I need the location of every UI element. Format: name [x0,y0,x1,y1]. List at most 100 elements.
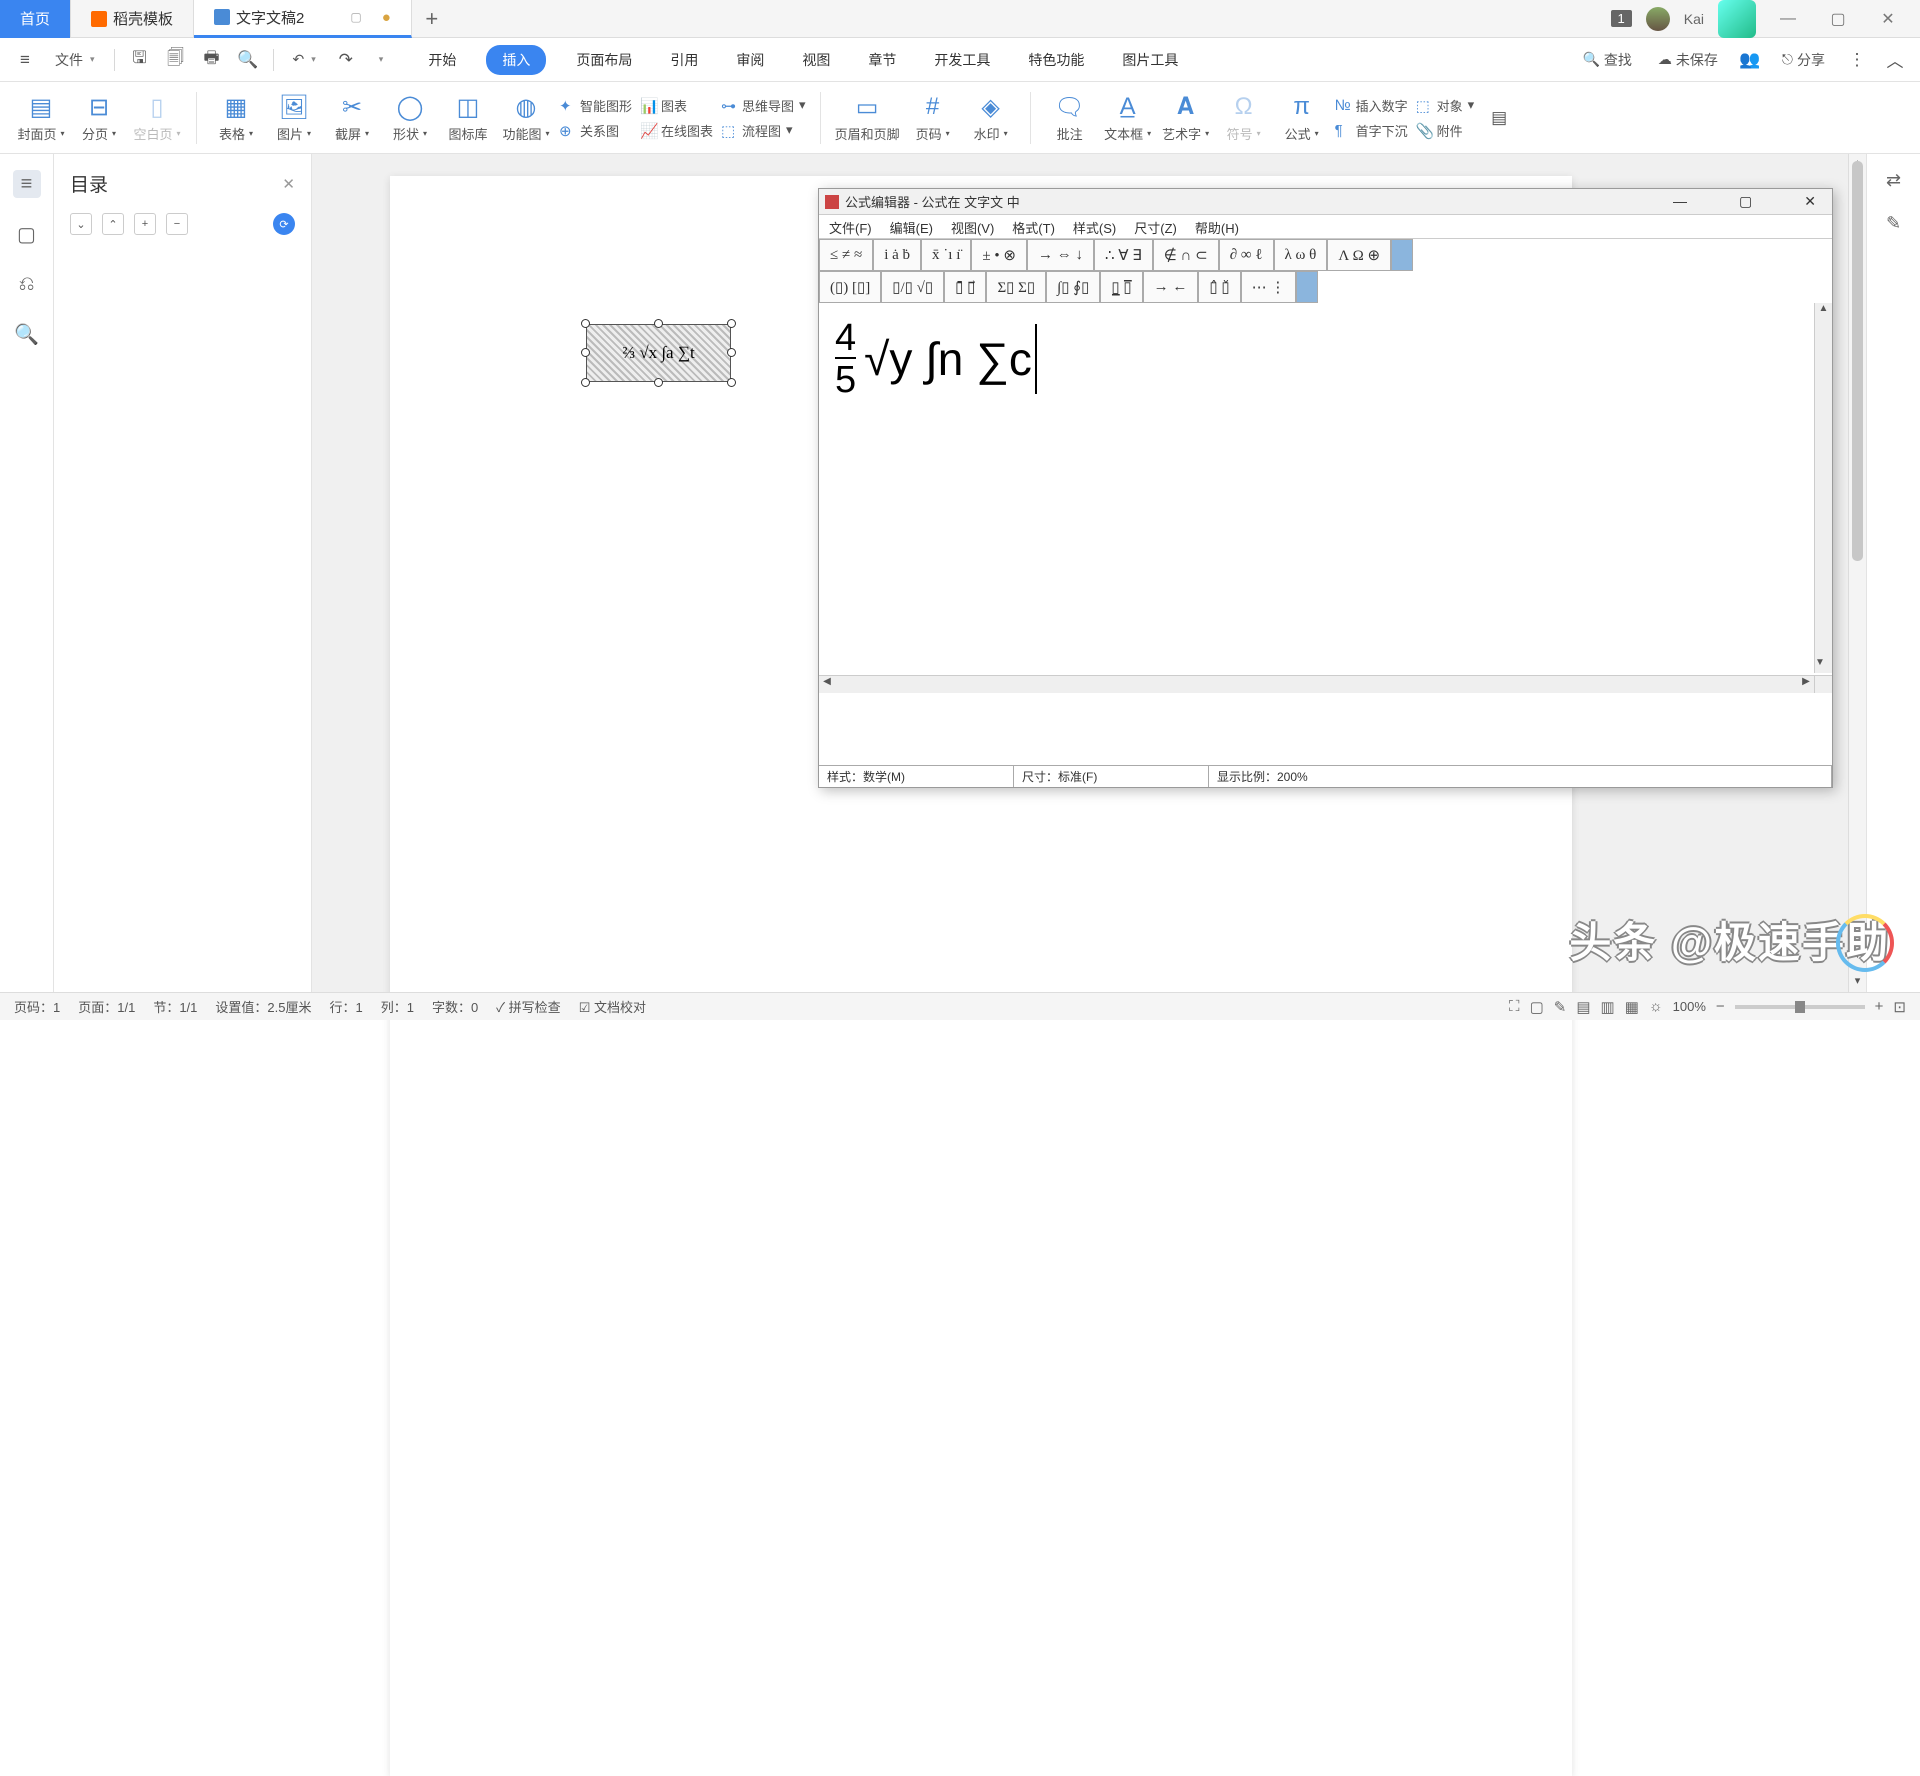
eq-greek-low[interactable]: λ ω θ [1274,239,1328,271]
tab-daoke[interactable]: 稻壳模板 [71,0,194,38]
eq-relations[interactable]: ≤ ≠ ≈ [819,239,873,271]
comment-button[interactable]: 🗨批注 [1045,92,1095,143]
file-menu[interactable]: 文件 [50,47,100,73]
eq-arrows[interactable]: → ⇔ ↓ [1027,239,1094,271]
eq-menu-file[interactable]: 文件(F) [829,218,872,235]
new-tab-button[interactable]: + [412,0,452,38]
fullscreen-icon[interactable]: ⛶ [1509,998,1520,1015]
hamburger-icon[interactable]: ≡ [14,49,36,71]
resize-handle[interactable] [727,378,736,387]
layout1-icon[interactable]: ▤ [1576,998,1590,1016]
avatar[interactable] [1646,7,1670,31]
eq-hscroll[interactable]: ◀▶ [819,675,1814,693]
zoom-value[interactable]: 100% [1673,999,1706,1014]
eq-frac-root[interactable]: ▯/▯ √▯ [881,271,944,303]
toc-collapse-icon[interactable]: ⌄ [70,213,92,235]
eq-fences[interactable]: (▯) [▯] [819,271,881,303]
chartfunc-button[interactable]: ◍功能图 [501,92,551,143]
eq-menu-help[interactable]: 帮助(H) [1195,218,1239,235]
eq-underover[interactable]: ▯̲ ▯̅ [1100,271,1142,303]
tab-reference[interactable]: 引用 [662,45,706,75]
eq-vscroll[interactable]: ▲▼ [1814,303,1832,673]
share-button[interactable]: ⎋分享 [1777,47,1830,73]
tab-special[interactable]: 特色功能 [1020,45,1092,75]
resize-handle[interactable] [581,378,590,387]
relation-button[interactable]: ⊕关系图 [559,121,632,140]
pagenum-button[interactable]: #页码 [908,92,958,143]
bookmark-tab-icon[interactable]: ⎌ [13,270,41,298]
eq-matrix[interactable]: ⋯ ⋮ [1241,271,1297,303]
tab-dev[interactable]: 开发工具 [926,45,998,75]
formula-object[interactable]: ⅔ √x ∫a ∑t [586,324,731,382]
more-ribbon-icon[interactable]: ▤ [1488,107,1510,129]
eq-ellipses[interactable]: i ȧ ḃ [873,239,921,271]
status-row[interactable]: 行：1 [329,997,362,1016]
eq-minimize-button[interactable]: — [1663,193,1697,210]
blankpage-button[interactable]: ▯空白页 [132,92,182,143]
eq-maximize-button[interactable]: ▢ [1729,193,1762,210]
print-preview-icon[interactable]: 🔍 [237,49,259,71]
next-page-icon[interactable]: ▾ [1849,974,1866,987]
attach-button[interactable]: 📎附件 [1416,121,1475,140]
eq-arrows2[interactable]: → ← [1143,271,1199,303]
picture-button[interactable]: 🖼图片 [269,92,319,143]
eq-products[interactable]: ▯̂ ▯̌ [1198,271,1240,303]
object-button[interactable]: ⬚对象 ▾ [1416,96,1475,115]
resize-handle[interactable] [581,348,590,357]
zoom-out-icon[interactable]: − [1716,998,1725,1015]
fit-icon[interactable]: ⊡ [1893,998,1906,1016]
pencil-icon[interactable]: ✎ [1886,213,1901,234]
tab-document[interactable]: 文字文稿2▢● [194,0,412,38]
tab-pictools[interactable]: 图片工具 [1114,45,1186,75]
search-button[interactable]: 🔍查找 [1577,47,1636,73]
tab-layout[interactable]: 页面布局 [568,45,640,75]
brightness-icon[interactable]: ☼ [1649,998,1663,1015]
watermark-button[interactable]: ◈水印 [966,92,1016,143]
more-icon[interactable]: ⋮ [1846,49,1868,71]
toc-tab-icon[interactable]: ≡ [13,170,41,198]
scroll-down-icon[interactable]: ▼ [1849,946,1866,964]
status-col[interactable]: 列：1 [381,997,414,1016]
notification-badge[interactable]: 1 [1611,10,1632,27]
toc-expand-icon[interactable]: ⌃ [102,213,124,235]
insertnum-button[interactable]: №插入数字 [1335,96,1408,115]
tab-review[interactable]: 审阅 [728,45,772,75]
collapse-ribbon-icon[interactable]: ︿ [1884,49,1906,71]
save-as-icon[interactable]: 🗐 [165,49,187,71]
chart-button[interactable]: 📊图表 [640,96,713,115]
save-icon[interactable]: 🖫 [129,49,151,71]
vertical-scrollbar[interactable]: ▲ ▼ ▾ [1848,154,1866,992]
scroll-thumb[interactable] [1852,161,1863,561]
screenshot-button[interactable]: ✂截屏 [327,92,377,143]
status-spell[interactable]: ✓ 拼写检查 [496,997,561,1016]
eq-integral[interactable]: ∫▯ ∮▯ [1046,271,1100,303]
eq-operators[interactable]: ± • ⊗ [971,239,1027,271]
toc-close-button[interactable]: ✕ [282,175,295,193]
eq-set[interactable]: ∉ ∩ ⊂ [1153,239,1219,271]
more-quick[interactable] [371,51,389,68]
headerfooter-button[interactable]: ▭页眉和页脚 [835,92,900,143]
eq-sum[interactable]: Σ▯ Σ▯ [986,271,1046,303]
status-page[interactable]: 页码：1 [14,997,60,1016]
pagebreak-button[interactable]: ⊟分页 [74,92,124,143]
tab-view[interactable]: 视图 [794,45,838,75]
layout3-icon[interactable]: ▦ [1625,998,1639,1016]
mindmap-button[interactable]: ⊶思维导图 ▾ [721,96,806,115]
notes-tab-icon[interactable]: ▢ [13,220,41,248]
minimize-button[interactable]: — [1770,1,1806,37]
eq-menu-size[interactable]: 尺寸(Z) [1134,218,1177,235]
toc-sync-icon[interactable]: ⟳ [273,213,295,235]
eq-hats[interactable]: x̄ ˙ı ı̈ [921,239,971,271]
flowchart-button[interactable]: ⬚流程图 ▾ [721,121,806,140]
status-pages[interactable]: 页面：1/1 [78,997,135,1016]
eq-canvas[interactable]: 45 √y ∫n ∑c ▲▼ ◀▶ [819,303,1832,693]
table-button[interactable]: ▦表格 [211,92,261,143]
formula-button[interactable]: π公式 [1277,92,1327,143]
resize-handle[interactable] [727,319,736,328]
close-button[interactable]: ✕ [1870,1,1906,37]
cover-button[interactable]: ▤封面页 [16,92,66,143]
page-view-icon[interactable]: ▢ [1530,998,1544,1016]
status-chars[interactable]: 字数：0 [432,997,478,1016]
symbol-button[interactable]: Ω符号 [1219,92,1269,143]
eq-calc[interactable]: ∂ ∞ ℓ [1219,239,1274,271]
